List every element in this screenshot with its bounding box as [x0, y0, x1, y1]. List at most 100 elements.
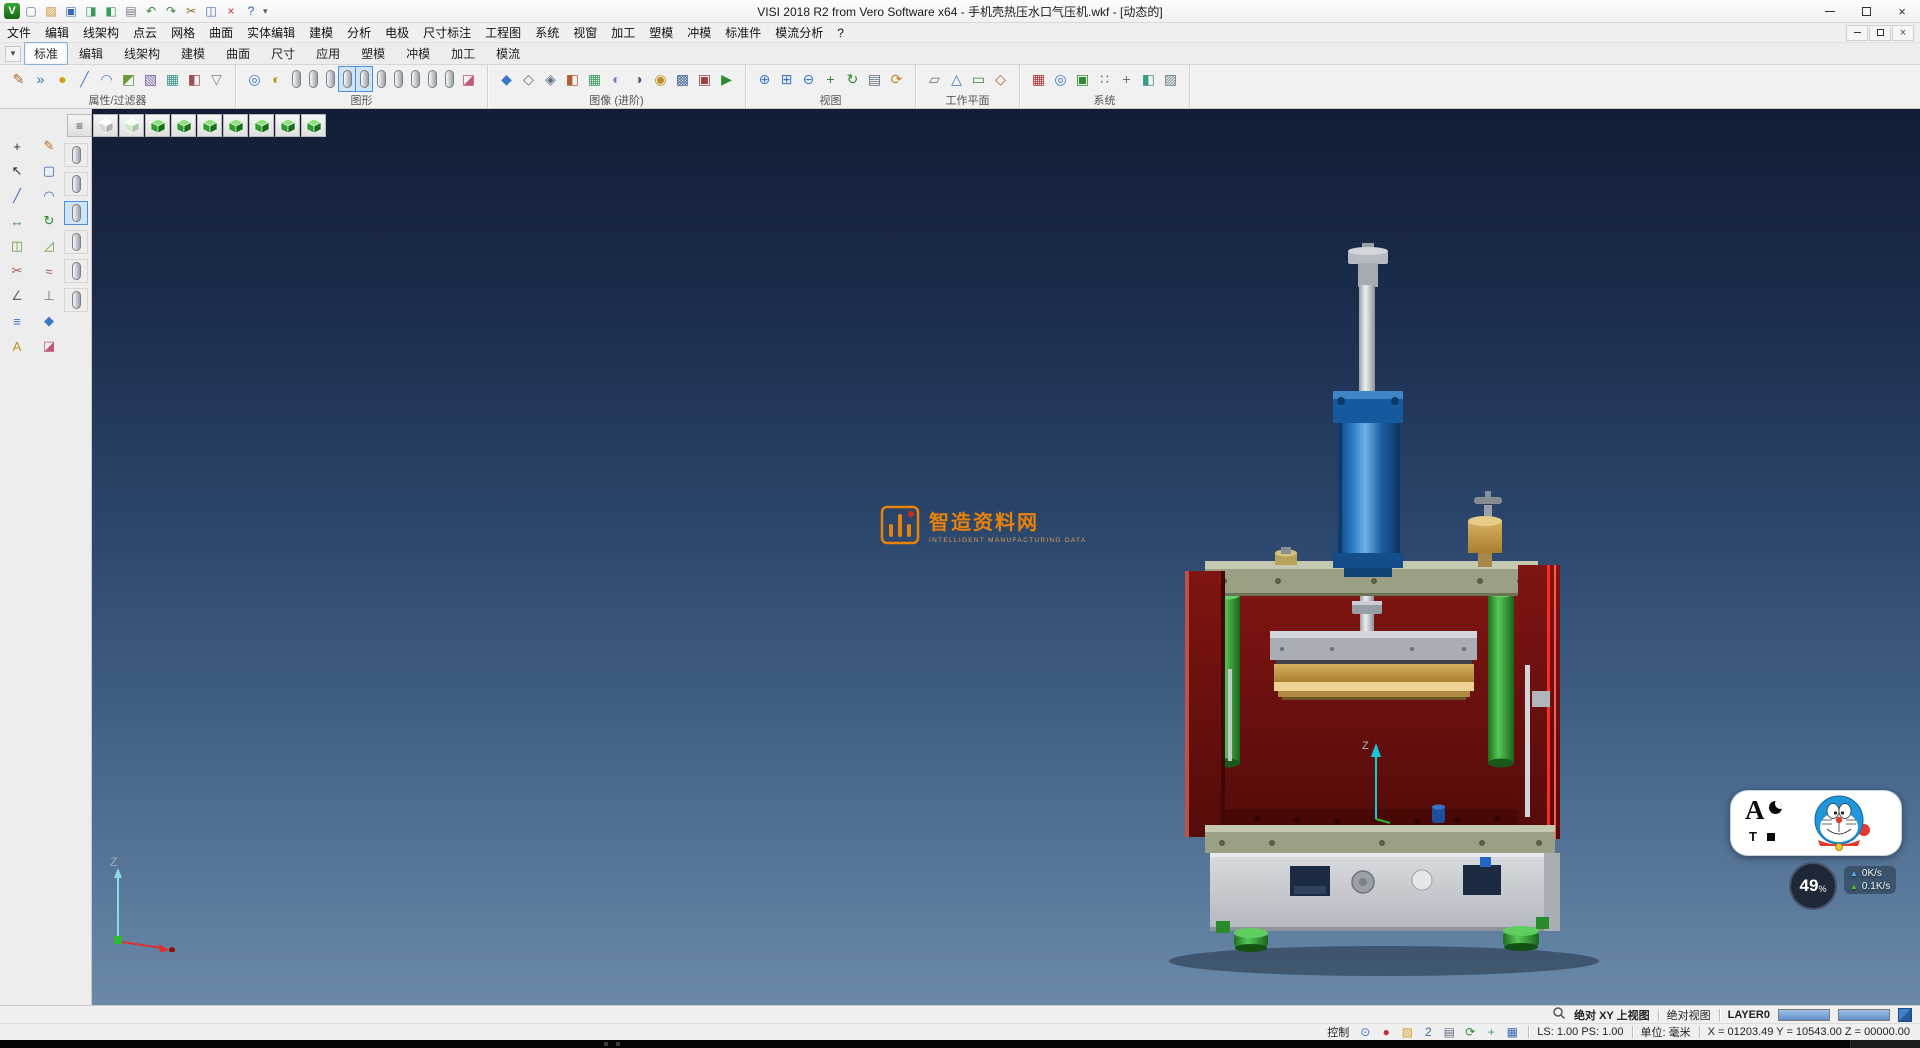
filter-mesh-icon[interactable]: ▦ [162, 67, 183, 91]
menu-item-18[interactable]: 模流分析 [768, 22, 830, 43]
filter-points-icon[interactable]: ● [52, 67, 73, 91]
graphics-toggle-9[interactable] [424, 67, 440, 91]
view-list-icon[interactable]: ≡ [67, 114, 92, 137]
menu-item-10[interactable]: 尺寸标注 [416, 22, 478, 43]
named-views-icon[interactable]: ▤ [864, 67, 885, 91]
menu-item-11[interactable]: 工程图 [478, 22, 528, 43]
tab-5[interactable]: 尺寸 [261, 42, 305, 65]
color-indicator[interactable] [1898, 1008, 1912, 1022]
filter-arcs-icon[interactable]: ◠ [96, 67, 117, 91]
graphics-toggle-5[interactable] [356, 67, 372, 91]
taskbar-app-icon[interactable] [604, 1042, 608, 1046]
zoom-fit-icon[interactable]: ⊕ [754, 67, 775, 91]
view-front-icon[interactable] [197, 114, 222, 137]
snap-label[interactable]: 控制 [1327, 1024, 1349, 1040]
tab-1[interactable]: 编辑 [69, 42, 113, 65]
entity-filter-4[interactable] [64, 230, 88, 254]
tab-dropdown-button[interactable]: ▾ [5, 46, 21, 62]
menu-item-1[interactable]: 编辑 [38, 22, 76, 43]
menu-item-8[interactable]: 分析 [340, 22, 378, 43]
view-mode-label[interactable]: 绝对 XY 上视图 [1574, 1007, 1650, 1023]
workplane-standard-icon[interactable]: ▱ [924, 67, 945, 91]
view-wireframe-icon[interactable] [119, 114, 144, 137]
rotate-view-icon[interactable]: ↻ [842, 67, 863, 91]
settings-icon[interactable]: ◎ [1050, 67, 1071, 91]
import-icon[interactable]: ◨ [82, 2, 100, 20]
absolute-view-label[interactable]: 绝对视图 [1667, 1007, 1711, 1023]
save-icon[interactable]: ▣ [62, 2, 80, 20]
entity-filter-2[interactable] [64, 172, 88, 196]
graphics-toggle-1[interactable] [288, 67, 304, 91]
close-button[interactable]: × [1884, 0, 1920, 22]
display-options-icon[interactable]: ▣ [1072, 67, 1093, 91]
print-icon[interactable]: ▤ [122, 2, 140, 20]
delete-icon[interactable]: × [222, 2, 240, 20]
transparency-icon[interactable]: ◐ [606, 67, 627, 91]
tab-3[interactable]: 建模 [171, 42, 215, 65]
animation-icon[interactable]: ▶ [716, 67, 737, 91]
maximize-button[interactable] [1848, 0, 1884, 22]
menu-item-9[interactable]: 电极 [378, 22, 416, 43]
zoom-previous-icon[interactable]: ⊖ [798, 67, 819, 91]
tab-6[interactable]: 应用 [306, 42, 350, 65]
menu-item-14[interactable]: 加工 [604, 22, 642, 43]
grid-icon[interactable]: ∷ [1094, 67, 1115, 91]
folder-icon[interactable]: ▨ [1399, 1024, 1415, 1040]
filter-surfaces-icon[interactable]: ◩ [118, 67, 139, 91]
help-ring-icon[interactable]: ⊙ [1357, 1024, 1373, 1040]
tab-0[interactable]: 标准 [24, 42, 68, 65]
menu-item-2[interactable]: 线架构 [76, 22, 126, 43]
menu-item-17[interactable]: 标准件 [718, 22, 768, 43]
dynamic-section-icon[interactable]: ◧ [562, 67, 583, 91]
ucs-tool-icon[interactable]: ◆ [38, 310, 60, 332]
menu-item-0[interactable]: 文件 [0, 22, 38, 43]
filter-solids-icon[interactable]: ▧ [140, 67, 161, 91]
view-shaded-icon[interactable] [93, 114, 118, 137]
preferences-icon[interactable]: ◧ [1138, 67, 1159, 91]
cut-icon[interactable]: ✂ [182, 2, 200, 20]
undo-icon[interactable]: ↶ [142, 2, 160, 20]
workplane-3points-icon[interactable]: △ [946, 67, 967, 91]
snap-icon[interactable]: + [1483, 1024, 1499, 1040]
trim-tool-icon[interactable]: ✂ [6, 260, 28, 282]
percent-badge[interactable]: 49% [1789, 862, 1837, 910]
sketch-tool-icon[interactable]: ✎ [38, 135, 60, 157]
mirror-tool-icon[interactable]: ◫ [6, 235, 28, 257]
graphics-toggle-10[interactable] [441, 67, 457, 91]
erase-tool-icon[interactable]: ◪ [38, 335, 60, 357]
tab-10[interactable]: 模流 [486, 42, 530, 65]
new-file-icon[interactable]: ▢ [22, 2, 40, 20]
offset-tool-icon[interactable]: ≈ [38, 260, 60, 282]
graphics-toggle-4[interactable] [339, 67, 355, 91]
shadow-view-icon[interactable]: ◑ [628, 67, 649, 91]
refresh-icon[interactable]: ⟳ [1462, 1024, 1478, 1040]
hidden-line-icon[interactable]: ◈ [540, 67, 561, 91]
layer-label[interactable]: LAYER0 [1728, 1009, 1770, 1021]
minimize-button[interactable] [1812, 0, 1848, 22]
doc-restore-button[interactable] [1869, 25, 1891, 41]
doc-close-button[interactable]: × [1892, 25, 1914, 41]
scale-tool-icon[interactable]: ◿ [38, 235, 60, 257]
view-right-icon[interactable] [275, 114, 300, 137]
dimension-tool-icon[interactable]: ⊥ [38, 285, 60, 307]
arc-tool-icon[interactable]: ◠ [38, 185, 60, 207]
grid-status-icon[interactable]: ▦ [1504, 1024, 1520, 1040]
select-box-tool-icon[interactable]: ▢ [38, 160, 60, 182]
filter-clear-icon[interactable]: ▽ [206, 67, 227, 91]
entity-filter-6[interactable] [64, 288, 88, 312]
capture-icon[interactable]: ▣ [694, 67, 715, 91]
visi-logo[interactable]: V [4, 3, 20, 19]
view-back-icon[interactable] [223, 114, 248, 137]
export-icon[interactable]: ◧ [102, 2, 120, 20]
snap-settings-icon[interactable]: + [1116, 67, 1137, 91]
menu-item-5[interactable]: 曲面 [202, 22, 240, 43]
annotation-tools[interactable]: A T [1739, 795, 1803, 851]
tab-8[interactable]: 冲模 [396, 42, 440, 65]
move-tool-icon[interactable]: ↔ [6, 210, 28, 232]
graphics-toggle-2[interactable] [305, 67, 321, 91]
tab-2[interactable]: 线架构 [114, 42, 170, 65]
edit-properties-icon[interactable]: ✎ [8, 67, 29, 91]
filter-lines-icon[interactable]: ╱ [74, 67, 95, 91]
view-bottom-icon[interactable] [171, 114, 196, 137]
menu-item-3[interactable]: 点云 [126, 22, 164, 43]
